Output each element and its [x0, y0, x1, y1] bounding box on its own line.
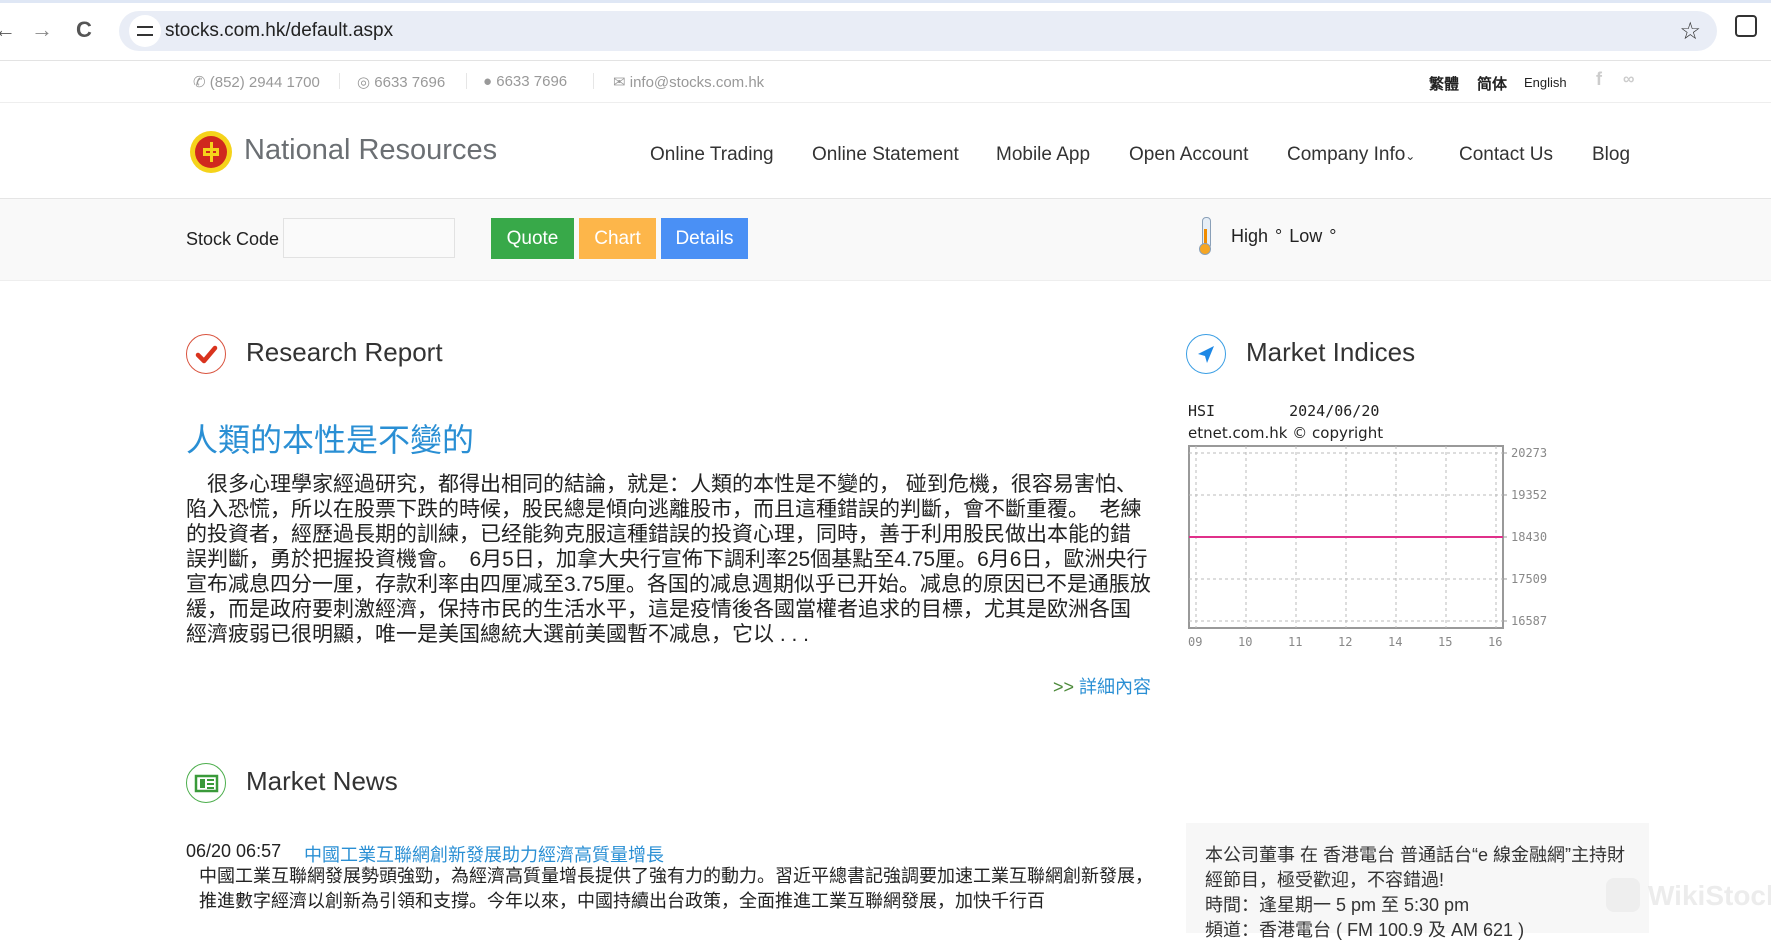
nav-blog[interactable]: Blog: [1592, 144, 1630, 166]
nav-online-statement[interactable]: Online Statement: [812, 144, 959, 166]
stock-code-label: Stock Code: [186, 229, 280, 249]
forward-icon[interactable]: →: [31, 17, 53, 43]
y-tick-label: 20273: [1511, 446, 1547, 460]
news-timestamp: 06/20 06:57: [186, 841, 282, 861]
details-button[interactable]: Details: [661, 218, 748, 259]
nav-online-trading[interactable]: Online Trading: [650, 144, 774, 166]
market-indices-heading: Market Indices: [1246, 337, 1416, 367]
news-summary: 中國工業互聯網發展勢頭強勁，為經濟高質量增長提供了強有力的動力。習近平總書記強調…: [199, 866, 1153, 911]
x-tick-label: 15: [1438, 635, 1452, 649]
wechat-icon: ●: [483, 73, 497, 90]
wechat-contact: ● 6633 7696: [483, 73, 568, 90]
watermark: WikiStock: [1648, 880, 1771, 911]
notice-line: 頻道：香港電台 ( FM 100.9 及 AM 621 ): [1205, 920, 1525, 940]
notice-line: 時間：逢星期一 5 pm 至 5:30 pm: [1205, 895, 1470, 915]
divider: [466, 73, 467, 89]
y-tick-label: 17509: [1511, 572, 1547, 586]
y-tick-label: 18430: [1511, 530, 1547, 544]
x-tick-label: 16: [1488, 635, 1502, 649]
site-settings-icon[interactable]: [129, 15, 161, 47]
hsi-intraday-chart[interactable]: 20273 19352 18430 17509 16587 09 10 11 12 14 15 16: [1188, 444, 1548, 654]
nav-company-info[interactable]: Company Info⌄: [1287, 144, 1415, 166]
chart-button[interactable]: Chart: [579, 218, 656, 259]
phone-contact: ✆ (852) 2944 1700: [193, 74, 320, 91]
extensions-icon[interactable]: [1735, 15, 1757, 37]
brand-name[interactable]: National Resources: [244, 134, 497, 167]
divider: [593, 73, 594, 89]
chart-date: 2024/06/20: [1289, 402, 1380, 420]
bookmark-star-icon[interactable]: ☆: [1679, 17, 1701, 46]
research-article-excerpt: 很多心理學家經過研究，都得出相同的結論，就是：人類的本性是不變的， 碰到危機，很…: [186, 473, 1151, 646]
read-more-link[interactable]: >> 詳細內容: [1053, 673, 1151, 699]
thermometer-icon: [1199, 217, 1211, 255]
tab-strip-edge: [0, 0, 1771, 3]
nav-open-account[interactable]: Open Account: [1129, 144, 1248, 166]
radio-program-notice: 本公司董事 在 香港電台 普通話台“e 線金融網”主持財經節目，極受歡迎，不容錯…: [1186, 823, 1649, 940]
back-icon[interactable]: ←: [0, 17, 16, 43]
chevron-down-icon: ⌄: [1405, 149, 1416, 163]
wikistock-logo-icon: [1606, 878, 1640, 912]
whatsapp-contact: ◎ 6633 7696: [357, 74, 446, 91]
check-circle-icon: [186, 334, 226, 374]
research-article-title[interactable]: 人類的本性是不變的: [186, 415, 474, 461]
navigation-arrow-icon: [1186, 334, 1226, 374]
x-tick-label: 10: [1238, 635, 1252, 649]
stock-search-bar: Stock Code Quote Chart Details High ° Lo…: [0, 199, 1771, 281]
chart-header: HSI 2024/06/20: [1188, 402, 1379, 420]
site-header: National Resources Online Trading Online…: [0, 103, 1771, 199]
address-bar[interactable]: stocks.com.hk/default.aspx ☆: [119, 11, 1717, 51]
market-news-heading: Market News: [246, 766, 398, 796]
nav-contact-us[interactable]: Contact Us: [1459, 144, 1553, 166]
notice-line: 本公司董事 在 香港電台 普通話台“e 線金融網”主持財經節目，極受歡迎，不容錯…: [1205, 845, 1626, 890]
lang-traditional[interactable]: 繁體: [1429, 73, 1459, 94]
email-contact[interactable]: ✉ info@stocks.com.hk: [613, 73, 764, 91]
whatsapp-icon: ◎: [357, 74, 375, 91]
url-text[interactable]: stocks.com.hk/default.aspx: [165, 20, 393, 42]
weibo-icon[interactable]: ∞: [1623, 71, 1634, 89]
weather-high-low: High ° Low °: [1231, 226, 1337, 246]
research-report-heading: Research Report: [246, 337, 443, 367]
index-name: HSI: [1188, 402, 1216, 420]
chart-source: etnet.com.hk © copyright: [1188, 424, 1384, 442]
newspaper-icon: [186, 763, 226, 803]
quote-button[interactable]: Quote: [491, 218, 574, 259]
logo-icon[interactable]: [190, 131, 232, 173]
x-tick-label: 11: [1288, 635, 1302, 649]
lang-simplified[interactable]: 简体: [1477, 73, 1507, 94]
x-tick-label: 14: [1388, 635, 1402, 649]
x-tick-label: 12: [1338, 635, 1352, 649]
notice-text: 本公司董事 在 香港電台 普通話台“e 線金融網”主持財經節目，極受歡迎，不容錯…: [1205, 843, 1635, 943]
y-tick-label: 19352: [1511, 488, 1547, 502]
x-tick-label: 09: [1188, 635, 1202, 649]
lang-english[interactable]: English: [1524, 75, 1567, 90]
mail-icon: ✉: [613, 74, 630, 91]
phone-icon: ✆: [193, 74, 210, 91]
y-tick-label: 16587: [1511, 614, 1547, 628]
browser-toolbar: ← → C stocks.com.hk/default.aspx ☆: [0, 0, 1771, 61]
nav-mobile-app[interactable]: Mobile App: [996, 144, 1090, 166]
stock-code-input[interactable]: [283, 218, 455, 258]
contact-bar: ✆ (852) 2944 1700 ◎ 6633 7696 ● 6633 769…: [0, 61, 1771, 103]
divider: [339, 73, 340, 89]
reload-icon[interactable]: C: [76, 17, 92, 43]
facebook-icon[interactable]: f: [1596, 69, 1602, 90]
